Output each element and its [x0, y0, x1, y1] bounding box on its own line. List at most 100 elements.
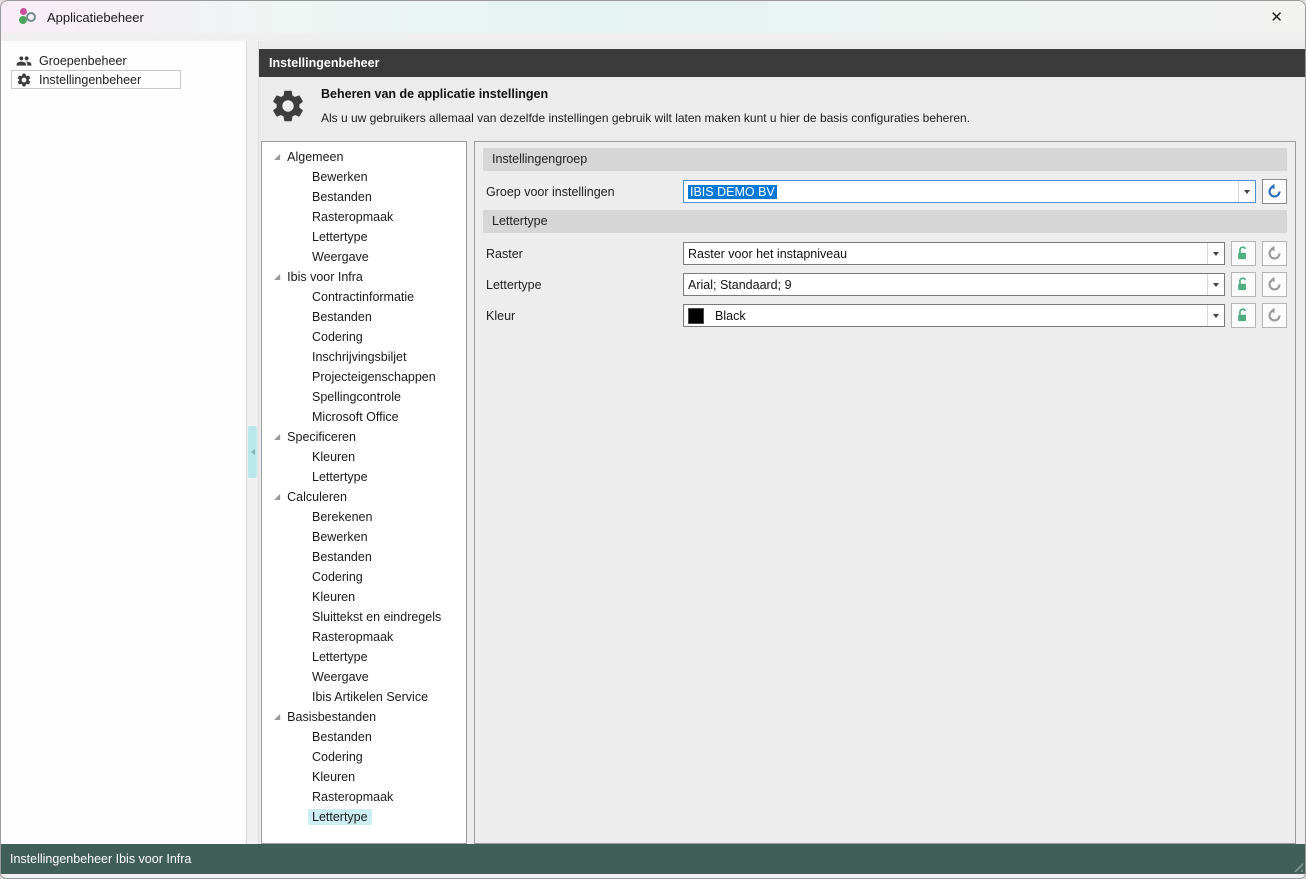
expander-icon[interactable]: ◢ [274, 493, 280, 501]
tree-item-rasteropmaak[interactable]: Rasteropmaak [262, 627, 466, 647]
tree-item-contractinformatie[interactable]: Contractinformatie [262, 287, 466, 307]
resize-grip[interactable] [1290, 859, 1303, 872]
tree-item-label: Kleuren [308, 769, 359, 785]
lettertype-combobox[interactable]: Arial; Standaard; 9 [683, 273, 1225, 296]
reset-button[interactable] [1262, 179, 1287, 204]
raster-combobox[interactable]: Raster voor het instapniveau [683, 242, 1225, 265]
combobox-dropdown-button[interactable] [1207, 274, 1224, 295]
field-row-kleur: Kleur Black [483, 303, 1287, 328]
tree-item-weergave[interactable]: Weergave [262, 667, 466, 687]
tree-item-sluittekst-en-eindregels[interactable]: Sluittekst en eindregels [262, 607, 466, 627]
field-row-groep-voor-instellingen: Groep voor instellingen IBIS DEMO BV [483, 179, 1287, 204]
tree-item-kleuren[interactable]: Kleuren [262, 447, 466, 467]
window-bottom-edge [1, 874, 1305, 878]
application-window: Applicatiebeheer ✕ Groepenbeheer Instell… [0, 0, 1306, 879]
tree-item-label: Codering [308, 329, 367, 345]
reset-button-disabled[interactable] [1262, 241, 1287, 266]
lock-button[interactable] [1231, 303, 1256, 328]
color-swatch [688, 308, 704, 324]
combobox-dropdown-button[interactable] [1207, 243, 1224, 264]
sidebar-item-instellingenbeheer[interactable]: Instellingenbeheer [11, 70, 181, 89]
expander-icon[interactable]: ◢ [274, 713, 280, 721]
tree-item-weergave[interactable]: Weergave [262, 247, 466, 267]
combobox-dropdown-button[interactable] [1238, 181, 1255, 202]
title-bar[interactable]: Applicatiebeheer ✕ [1, 1, 1305, 33]
field-label: Raster [483, 247, 683, 261]
sidebar-splitter[interactable] [247, 41, 259, 844]
combobox-value: Black [711, 309, 1207, 323]
tree-item-projecteigenschappen[interactable]: Projecteigenschappen [262, 367, 466, 387]
gear-teal-icon [26, 12, 36, 22]
combobox-value: Arial; Standaard; 9 [684, 278, 1207, 292]
tree-item-codering[interactable]: Codering [262, 567, 466, 587]
expander-icon[interactable]: ◢ [274, 433, 280, 441]
tree-item-codering[interactable]: Codering [262, 747, 466, 767]
status-text: Instellingenbeheer Ibis voor Infra [10, 852, 191, 866]
settings-tree: ◢AlgemeenBewerkenBestandenRasteropmaakLe… [261, 141, 467, 844]
settings-gear-icon [269, 87, 307, 125]
status-bar: Instellingenbeheer Ibis voor Infra [1, 844, 1305, 874]
tree-item-bewerken[interactable]: Bewerken [262, 167, 466, 187]
sidebar-item-label: Groepenbeheer [39, 54, 127, 68]
tree-item-label: Microsoft Office [308, 409, 403, 425]
expander-icon[interactable]: ◢ [274, 153, 280, 161]
tree-item-bewerken[interactable]: Bewerken [262, 527, 466, 547]
lock-button[interactable] [1231, 241, 1256, 266]
lock-button[interactable] [1231, 272, 1256, 297]
tree-item-label: Inschrijvingsbiljet [308, 349, 410, 365]
app-logo-gears-icon [19, 8, 37, 26]
tree-group-ibis-voor-infra[interactable]: ◢Ibis voor Infra [262, 267, 466, 287]
tree-item-bestanden[interactable]: Bestanden [262, 187, 466, 207]
tree-item-rasteropmaak[interactable]: Rasteropmaak [262, 787, 466, 807]
tree-item-label: Ibis Artikelen Service [308, 689, 432, 705]
settings-form: Instellingengroep Groep voor instellinge… [474, 141, 1296, 844]
titlebar-gap [1, 33, 1305, 41]
reset-button-disabled[interactable] [1262, 272, 1287, 297]
expander-icon[interactable]: ◢ [274, 273, 280, 281]
tree-group-calculeren[interactable]: ◢Calculeren [262, 487, 466, 507]
tree-item-ibis-artikelen-service[interactable]: Ibis Artikelen Service [262, 687, 466, 707]
field-label: Groep voor instellingen [483, 185, 683, 199]
tree-item-label: Bestanden [308, 549, 376, 565]
tree-item-lettertype[interactable]: Lettertype [262, 227, 466, 247]
kleur-combobox[interactable]: Black [683, 304, 1225, 327]
tree-item-lettertype[interactable]: Lettertype [262, 647, 466, 667]
window-title: Applicatiebeheer [47, 10, 144, 25]
tree-item-kleuren[interactable]: Kleuren [262, 767, 466, 787]
tree-item-rasteropmaak[interactable]: Rasteropmaak [262, 207, 466, 227]
tree-item-berekenen[interactable]: Berekenen [262, 507, 466, 527]
tree-item-inschrijvingsbiljet[interactable]: Inschrijvingsbiljet [262, 347, 466, 367]
tree-item-label: Sluittekst en eindregels [308, 609, 445, 625]
tree-item-codering[interactable]: Codering [262, 327, 466, 347]
tree-item-kleuren[interactable]: Kleuren [262, 587, 466, 607]
tree-item-lettertype[interactable]: Lettertype [262, 807, 466, 827]
main-area: Instellingenbeheer Beheren van de applic… [259, 41, 1305, 844]
info-description: Als u uw gebruikers allemaal van dezelfd… [321, 111, 970, 125]
tree-item-spellingcontrole[interactable]: Spellingcontrole [262, 387, 466, 407]
tree-group-specificeren[interactable]: ◢Specificeren [262, 427, 466, 447]
field-row-lettertype: Lettertype Arial; Standaard; 9 [483, 272, 1287, 297]
reset-button-disabled[interactable] [1262, 303, 1287, 328]
tree-item-label: Lettertype [308, 649, 372, 665]
tree-item-microsoft-office[interactable]: Microsoft Office [262, 407, 466, 427]
tree-item-bestanden[interactable]: Bestanden [262, 307, 466, 327]
tree-item-label: Codering [308, 569, 367, 585]
combobox-value: Raster voor het instapniveau [684, 247, 1207, 261]
close-icon[interactable]: ✕ [1262, 6, 1291, 28]
tree-item-lettertype[interactable]: Lettertype [262, 467, 466, 487]
sidebar-item-groepenbeheer[interactable]: Groepenbeheer [11, 51, 181, 70]
combobox-dropdown-button[interactable] [1207, 305, 1224, 326]
tree-item-bestanden[interactable]: Bestanden [262, 727, 466, 747]
splitter-collapse-handle[interactable] [248, 426, 257, 478]
tree-group-algemeen[interactable]: ◢Algemeen [262, 147, 466, 167]
tree-group-basisbestanden[interactable]: ◢ Basisbestanden [262, 707, 466, 727]
module-sidebar: Groepenbeheer Instellingenbeheer [1, 41, 247, 844]
tree-group-label: Basisbestanden [287, 710, 376, 724]
chevron-down-icon [1244, 190, 1250, 194]
tree-item-label: Contractinformatie [308, 289, 418, 305]
page-title: Instellingenbeheer [269, 56, 379, 70]
groep-voor-instellingen-combobox[interactable]: IBIS DEMO BV [683, 180, 1256, 203]
tree-item-label: Lettertype [308, 229, 372, 245]
tree-item-bestanden[interactable]: Bestanden [262, 547, 466, 567]
info-title: Beheren van de applicatie instellingen [321, 87, 970, 101]
